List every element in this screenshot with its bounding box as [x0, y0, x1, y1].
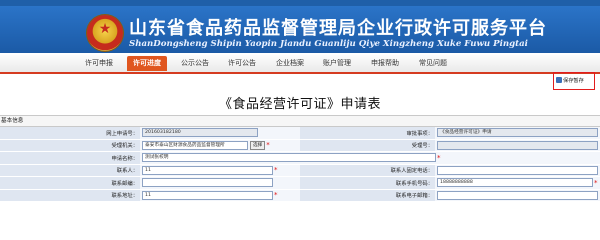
nav-item-faq[interactable]: 常见问题	[414, 56, 452, 71]
site-banner: ★ 山东省食品药品监督管理局企业行政许可服务平台 ShanDongsheng S…	[0, 6, 600, 53]
mobile-label: 联系手机号码：	[300, 176, 435, 190]
nav-item-enterprise-archive[interactable]: 企业档案	[271, 56, 309, 71]
contact-label: 联系人：	[0, 164, 140, 177]
agency-field[interactable]: 泰安市泰山区财源食品药品监督管理所	[142, 140, 248, 150]
phone-field[interactable]	[437, 165, 598, 175]
zip-label: 联系邮编：	[0, 176, 140, 190]
form-row: 受理机关： 泰安市泰山区财源食品药品监督管理所 选择 * 受理号：	[0, 139, 600, 152]
save-draft-button[interactable]: 保存暂存	[556, 77, 584, 86]
required-mark: *	[266, 141, 270, 150]
main-nav: 许可申报 许可进度 公示公告 许可公告 企业档案 账户管理 申报帮助 常见问题	[0, 55, 600, 74]
form-title: 《食品经营许可证》申请表	[218, 97, 381, 112]
site-title: 山东省食品药品监督管理局企业行政许可服务平台	[129, 18, 547, 39]
agency-choose-button[interactable]: 选择	[250, 140, 266, 150]
nav-item-public-notice[interactable]: 公示公告	[176, 56, 214, 71]
phone-label: 联系人固定电话：	[300, 164, 435, 177]
section-bar: 基本信息	[0, 115, 600, 127]
accept-no-field[interactable]	[437, 140, 598, 150]
site-subtitle: ShanDongsheng Shipin Yaopin Jiandu Guanl…	[129, 39, 528, 49]
agency-label: 受理机关：	[0, 139, 140, 152]
matter-field[interactable]: 《食品经营许可证》申请	[437, 128, 598, 138]
address-field[interactable]: 11	[142, 190, 273, 200]
form-row: 联系邮编： 联系手机号码： 18888888888 *	[0, 176, 600, 190]
matter-label: 审批事项：	[300, 127, 435, 140]
save-disk-icon	[556, 77, 562, 83]
applicant-field[interactable]: 测试张校明	[142, 153, 436, 163]
required-mark: *	[437, 153, 441, 162]
application-form: 网上申请号： 201603182180 审批事项： 《食品经营许可证》申请 受理…	[0, 127, 600, 202]
nav-item-license-notice[interactable]: 许可公告	[223, 56, 261, 71]
required-mark: *	[594, 178, 598, 187]
contact-field[interactable]: 11	[142, 165, 273, 175]
required-mark: *	[274, 191, 278, 200]
emblem-icon: ★	[87, 15, 123, 51]
form-row: 联系人： 11 * 联系人固定电话：	[0, 164, 600, 177]
form-row: 联系地址： 11 * 联系电子邮箱：	[0, 189, 600, 202]
email-field[interactable]	[437, 190, 598, 200]
online-no-label: 网上申请号：	[0, 127, 140, 140]
section-label: 基本信息	[1, 118, 24, 124]
save-draft-label: 保存暂存	[563, 78, 584, 84]
nav-item-help[interactable]: 申报帮助	[366, 56, 404, 71]
online-no-field[interactable]: 201603182180	[142, 128, 258, 138]
form-row: 网上申请号： 201603182180 审批事项： 《食品经营许可证》申请	[0, 127, 600, 140]
required-mark: *	[274, 166, 278, 175]
form-row: 申请名称： 测试张校明 *	[0, 151, 600, 165]
mobile-field[interactable]: 18888888888	[437, 178, 593, 188]
address-label: 联系地址：	[0, 189, 140, 202]
applicant-label: 申请名称：	[0, 151, 140, 165]
accept-no-label: 受理号：	[300, 139, 435, 152]
nav-item-apply[interactable]: 许可申报	[80, 56, 118, 71]
zip-field[interactable]	[142, 178, 273, 188]
email-label: 联系电子邮箱：	[300, 189, 435, 202]
nav-item-account[interactable]: 账户管理	[318, 56, 356, 71]
nav-item-progress[interactable]: 许可进度	[127, 56, 167, 71]
